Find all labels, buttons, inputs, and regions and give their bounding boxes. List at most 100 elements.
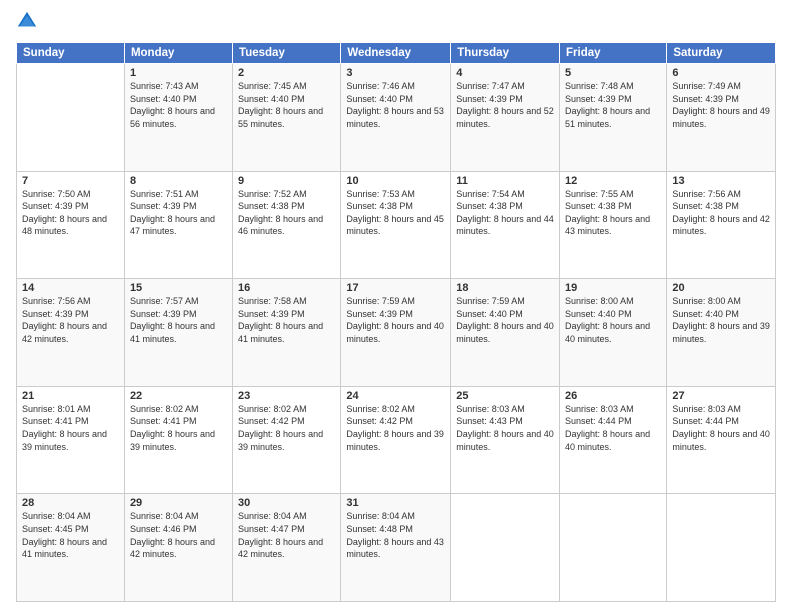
day-cell: 21Sunrise: 8:01 AMSunset: 4:41 PMDayligh… [17, 386, 125, 494]
day-info: Sunrise: 7:48 AMSunset: 4:39 PMDaylight:… [565, 80, 661, 130]
day-cell: 9Sunrise: 7:52 AMSunset: 4:38 PMDaylight… [233, 171, 341, 279]
day-number: 10 [346, 175, 445, 187]
day-cell: 4Sunrise: 7:47 AMSunset: 4:39 PMDaylight… [451, 64, 560, 172]
day-number: 14 [22, 282, 119, 294]
week-row-0: 1Sunrise: 7:43 AMSunset: 4:40 PMDaylight… [17, 64, 776, 172]
day-number: 1 [130, 67, 227, 79]
day-number: 2 [238, 67, 335, 79]
day-cell: 14Sunrise: 7:56 AMSunset: 4:39 PMDayligh… [17, 279, 125, 387]
day-number: 4 [456, 67, 554, 79]
day-info: Sunrise: 7:52 AMSunset: 4:38 PMDaylight:… [238, 188, 335, 238]
day-number: 28 [22, 497, 119, 509]
day-info: Sunrise: 8:02 AMSunset: 4:42 PMDaylight:… [238, 403, 335, 453]
day-number: 15 [130, 282, 227, 294]
day-info: Sunrise: 7:45 AMSunset: 4:40 PMDaylight:… [238, 80, 335, 130]
day-info: Sunrise: 8:00 AMSunset: 4:40 PMDaylight:… [565, 295, 661, 345]
day-cell: 24Sunrise: 8:02 AMSunset: 4:42 PMDayligh… [341, 386, 451, 494]
day-info: Sunrise: 7:55 AMSunset: 4:38 PMDaylight:… [565, 188, 661, 238]
day-info: Sunrise: 7:59 AMSunset: 4:40 PMDaylight:… [456, 295, 554, 345]
day-cell: 31Sunrise: 8:04 AMSunset: 4:48 PMDayligh… [341, 494, 451, 602]
day-number: 12 [565, 175, 661, 187]
day-number: 21 [22, 390, 119, 402]
day-info: Sunrise: 8:02 AMSunset: 4:42 PMDaylight:… [346, 403, 445, 453]
day-info: Sunrise: 8:04 AMSunset: 4:47 PMDaylight:… [238, 510, 335, 560]
day-cell [451, 494, 560, 602]
day-cell: 8Sunrise: 7:51 AMSunset: 4:39 PMDaylight… [124, 171, 232, 279]
day-cell: 19Sunrise: 8:00 AMSunset: 4:40 PMDayligh… [560, 279, 667, 387]
day-number: 18 [456, 282, 554, 294]
day-number: 11 [456, 175, 554, 187]
header [16, 14, 776, 32]
day-cell: 29Sunrise: 8:04 AMSunset: 4:46 PMDayligh… [124, 494, 232, 602]
day-cell: 25Sunrise: 8:03 AMSunset: 4:43 PMDayligh… [451, 386, 560, 494]
day-cell: 13Sunrise: 7:56 AMSunset: 4:38 PMDayligh… [667, 171, 776, 279]
day-number: 23 [238, 390, 335, 402]
day-cell [667, 494, 776, 602]
day-number: 22 [130, 390, 227, 402]
day-info: Sunrise: 7:46 AMSunset: 4:40 PMDaylight:… [346, 80, 445, 130]
header-row: SundayMondayTuesdayWednesdayThursdayFrid… [17, 43, 776, 64]
day-info: Sunrise: 8:02 AMSunset: 4:41 PMDaylight:… [130, 403, 227, 453]
week-row-4: 28Sunrise: 8:04 AMSunset: 4:45 PMDayligh… [17, 494, 776, 602]
calendar: SundayMondayTuesdayWednesdayThursdayFrid… [16, 42, 776, 602]
header-cell-monday: Monday [124, 43, 232, 64]
day-number: 16 [238, 282, 335, 294]
logo-icon [16, 10, 38, 32]
day-info: Sunrise: 7:50 AMSunset: 4:39 PMDaylight:… [22, 188, 119, 238]
day-number: 20 [672, 282, 770, 294]
day-cell: 27Sunrise: 8:03 AMSunset: 4:44 PMDayligh… [667, 386, 776, 494]
day-cell: 10Sunrise: 7:53 AMSunset: 4:38 PMDayligh… [341, 171, 451, 279]
day-info: Sunrise: 8:03 AMSunset: 4:44 PMDaylight:… [672, 403, 770, 453]
day-number: 3 [346, 67, 445, 79]
day-cell: 3Sunrise: 7:46 AMSunset: 4:40 PMDaylight… [341, 64, 451, 172]
day-info: Sunrise: 7:56 AMSunset: 4:39 PMDaylight:… [22, 295, 119, 345]
day-info: Sunrise: 7:58 AMSunset: 4:39 PMDaylight:… [238, 295, 335, 345]
day-number: 30 [238, 497, 335, 509]
day-info: Sunrise: 7:59 AMSunset: 4:39 PMDaylight:… [346, 295, 445, 345]
day-info: Sunrise: 8:00 AMSunset: 4:40 PMDaylight:… [672, 295, 770, 345]
week-row-1: 7Sunrise: 7:50 AMSunset: 4:39 PMDaylight… [17, 171, 776, 279]
day-info: Sunrise: 8:03 AMSunset: 4:44 PMDaylight:… [565, 403, 661, 453]
day-cell: 12Sunrise: 7:55 AMSunset: 4:38 PMDayligh… [560, 171, 667, 279]
week-row-2: 14Sunrise: 7:56 AMSunset: 4:39 PMDayligh… [17, 279, 776, 387]
day-number: 7 [22, 175, 119, 187]
logo [16, 14, 40, 32]
day-number: 25 [456, 390, 554, 402]
day-info: Sunrise: 7:53 AMSunset: 4:38 PMDaylight:… [346, 188, 445, 238]
day-cell: 7Sunrise: 7:50 AMSunset: 4:39 PMDaylight… [17, 171, 125, 279]
day-cell: 20Sunrise: 8:00 AMSunset: 4:40 PMDayligh… [667, 279, 776, 387]
day-cell: 30Sunrise: 8:04 AMSunset: 4:47 PMDayligh… [233, 494, 341, 602]
day-cell: 23Sunrise: 8:02 AMSunset: 4:42 PMDayligh… [233, 386, 341, 494]
week-row-3: 21Sunrise: 8:01 AMSunset: 4:41 PMDayligh… [17, 386, 776, 494]
day-cell: 15Sunrise: 7:57 AMSunset: 4:39 PMDayligh… [124, 279, 232, 387]
day-number: 29 [130, 497, 227, 509]
day-cell: 11Sunrise: 7:54 AMSunset: 4:38 PMDayligh… [451, 171, 560, 279]
day-info: Sunrise: 7:57 AMSunset: 4:39 PMDaylight:… [130, 295, 227, 345]
day-info: Sunrise: 7:43 AMSunset: 4:40 PMDaylight:… [130, 80, 227, 130]
day-cell: 2Sunrise: 7:45 AMSunset: 4:40 PMDaylight… [233, 64, 341, 172]
day-cell: 18Sunrise: 7:59 AMSunset: 4:40 PMDayligh… [451, 279, 560, 387]
day-cell: 26Sunrise: 8:03 AMSunset: 4:44 PMDayligh… [560, 386, 667, 494]
day-info: Sunrise: 8:04 AMSunset: 4:45 PMDaylight:… [22, 510, 119, 560]
header-cell-friday: Friday [560, 43, 667, 64]
day-info: Sunrise: 7:54 AMSunset: 4:38 PMDaylight:… [456, 188, 554, 238]
day-cell: 22Sunrise: 8:02 AMSunset: 4:41 PMDayligh… [124, 386, 232, 494]
day-number: 5 [565, 67, 661, 79]
day-cell: 6Sunrise: 7:49 AMSunset: 4:39 PMDaylight… [667, 64, 776, 172]
calendar-header: SundayMondayTuesdayWednesdayThursdayFrid… [17, 43, 776, 64]
header-cell-thursday: Thursday [451, 43, 560, 64]
day-number: 8 [130, 175, 227, 187]
day-number: 26 [565, 390, 661, 402]
day-info: Sunrise: 7:56 AMSunset: 4:38 PMDaylight:… [672, 188, 770, 238]
header-cell-wednesday: Wednesday [341, 43, 451, 64]
day-info: Sunrise: 7:49 AMSunset: 4:39 PMDaylight:… [672, 80, 770, 130]
day-info: Sunrise: 8:01 AMSunset: 4:41 PMDaylight:… [22, 403, 119, 453]
day-cell: 28Sunrise: 8:04 AMSunset: 4:45 PMDayligh… [17, 494, 125, 602]
day-number: 31 [346, 497, 445, 509]
day-info: Sunrise: 7:51 AMSunset: 4:39 PMDaylight:… [130, 188, 227, 238]
day-number: 19 [565, 282, 661, 294]
header-cell-sunday: Sunday [17, 43, 125, 64]
day-cell: 17Sunrise: 7:59 AMSunset: 4:39 PMDayligh… [341, 279, 451, 387]
day-cell: 1Sunrise: 7:43 AMSunset: 4:40 PMDaylight… [124, 64, 232, 172]
header-cell-tuesday: Tuesday [233, 43, 341, 64]
